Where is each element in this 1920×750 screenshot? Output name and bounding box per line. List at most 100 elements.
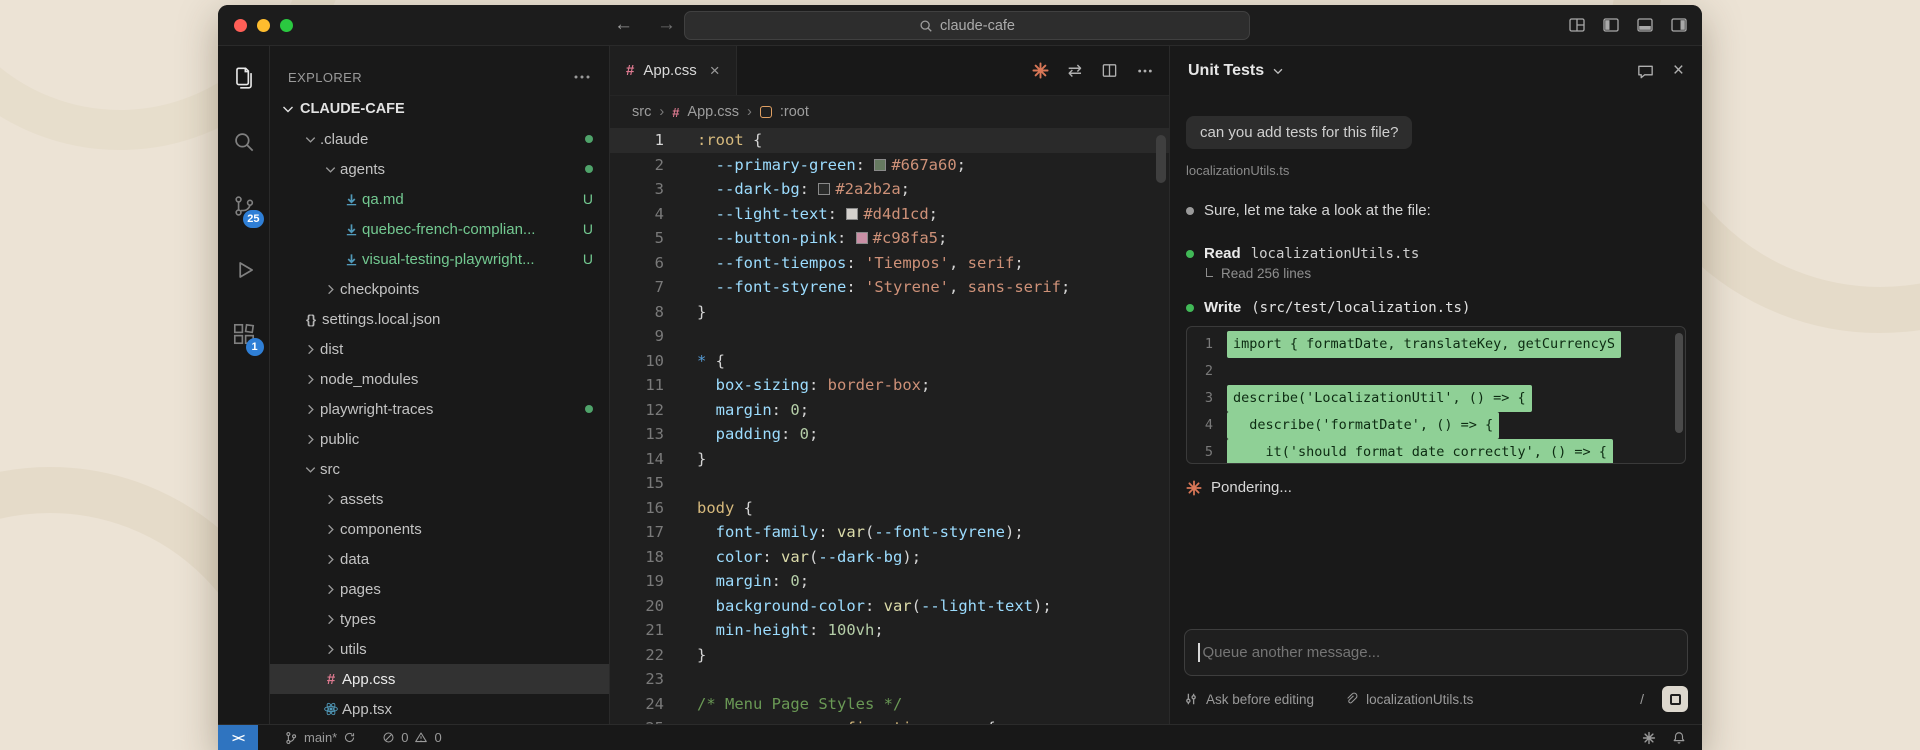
code-line-1[interactable]: 1:root {	[610, 128, 1169, 153]
workspace-root-row[interactable]: CLAUDE-CAFE	[270, 94, 609, 124]
explorer-item-claude[interactable]: .claude	[270, 124, 609, 154]
branch-name: main*	[304, 730, 338, 745]
line-number: 13	[645, 425, 664, 443]
customize-layout-icon[interactable]	[1568, 16, 1586, 34]
close-window-button[interactable]	[234, 19, 247, 32]
feedback-icon[interactable]	[1636, 62, 1655, 81]
explorer-item-assets[interactable]: assets	[270, 484, 609, 514]
read-tool-call[interactable]: Read localizationUtils.ts	[1186, 245, 1686, 262]
code-line-12[interactable]: 12 margin: 0;	[610, 398, 1169, 423]
code-line-11[interactable]: 11 box-sizing: border-box;	[610, 373, 1169, 398]
explorer-item-pages[interactable]: pages	[270, 574, 609, 604]
toggle-secondary-sidebar-icon[interactable]	[1670, 16, 1688, 34]
forward-icon[interactable]: →	[657, 14, 676, 36]
chevron-down-icon	[280, 101, 296, 117]
problems-status[interactable]: 0 0	[382, 730, 442, 745]
code-line-16[interactable]: 16 body {	[610, 496, 1169, 521]
code-line-10[interactable]: 10 * {	[610, 349, 1169, 374]
back-icon[interactable]: ←	[614, 14, 633, 36]
explorer-item-components[interactable]: components	[270, 514, 609, 544]
explorer-item-visual-testing-playwright[interactable]: visual-testing-playwright... U	[270, 244, 609, 274]
tab-close-icon[interactable]: ×	[710, 61, 720, 81]
diff-code-block[interactable]: 1 import { formatDate, translateKey, getC…	[1186, 326, 1686, 464]
code-line-6[interactable]: 6 --font-tiempos: 'Tiempos', serif;	[610, 251, 1169, 276]
paperclip-icon[interactable]	[1344, 692, 1358, 706]
code-line-19[interactable]: 19 margin: 0;	[610, 569, 1169, 594]
explorer-item-checkpoints[interactable]: checkpoints	[270, 274, 609, 304]
more-actions-icon[interactable]	[1137, 68, 1153, 74]
close-panel-icon[interactable]: ×	[1673, 60, 1684, 82]
explorer-item-node-modules[interactable]: node_modules	[270, 364, 609, 394]
code-line-24[interactable]: 24 /* Menu Page Styles */	[610, 692, 1169, 717]
line-number: 23	[645, 670, 664, 688]
code-line-4[interactable]: 4 --light-text: #d4d1cd;	[610, 202, 1169, 227]
explorer-item-app-css[interactable]: # App.css	[270, 664, 609, 694]
breadcrumb-src[interactable]: src	[632, 104, 651, 120]
code-block-scrollbar[interactable]	[1675, 333, 1683, 433]
run-debug-activity-button[interactable]	[218, 246, 270, 294]
code-line-3[interactable]: 3 --dark-bg: #2a2b2a;	[610, 177, 1169, 202]
code-line-25[interactable]: 25.menu-page, .confirmation-page {	[610, 716, 1169, 724]
line-content: --button-pink: #c98fa5;	[715, 229, 948, 247]
code-line-20[interactable]: 20 background-color: var(--light-text);	[610, 594, 1169, 619]
explorer-item-playwright-traces[interactable]: playwright-traces	[270, 394, 609, 424]
code-line-9[interactable]: 9	[610, 324, 1169, 349]
claude-spark-icon[interactable]	[1032, 62, 1049, 79]
code-line-8[interactable]: 8}	[610, 300, 1169, 325]
command-center-search[interactable]: claude-cafe	[684, 11, 1250, 40]
permission-mode-label[interactable]: Ask before editing	[1206, 692, 1314, 707]
write-tool-call[interactable]: Write (src/test/localization.ts)	[1186, 299, 1686, 316]
stop-button[interactable]	[1662, 686, 1688, 712]
item-label: App.css	[342, 670, 396, 688]
tab-app-css[interactable]: # App.css ×	[610, 46, 737, 95]
attached-file-label[interactable]: localizationUtils.ts	[1366, 692, 1473, 707]
chat-title-dropdown[interactable]: Unit Tests	[1188, 62, 1285, 80]
line-content: body {	[697, 498, 753, 517]
explorer-item-qa-md[interactable]: qa.md U	[270, 184, 609, 214]
remote-indicator[interactable]: ><	[218, 725, 258, 750]
extensions-activity-button[interactable]: 1	[218, 310, 270, 358]
permission-mode-icon[interactable]	[1184, 692, 1198, 706]
claude-status-icon[interactable]	[1642, 731, 1656, 745]
explorer-item-settings-local-json[interactable]: {} settings.local.json	[270, 304, 609, 334]
explorer-activity-button[interactable]	[218, 54, 270, 102]
search-activity-button[interactable]	[218, 118, 270, 166]
slash-command-hint[interactable]: /	[1640, 691, 1644, 707]
code-line-23[interactable]: 23	[610, 667, 1169, 692]
compare-changes-icon[interactable]: ⇄	[1068, 61, 1082, 81]
toggle-primary-sidebar-icon[interactable]	[1602, 16, 1620, 34]
code-line-5[interactable]: 5 --button-pink: #c98fa5;	[610, 226, 1169, 251]
code-line-13[interactable]: 13 padding: 0;	[610, 422, 1169, 447]
editor-scrollbar[interactable]	[1156, 135, 1166, 183]
explorer-item-src[interactable]: src	[270, 454, 609, 484]
code-line-22[interactable]: 22}	[610, 643, 1169, 668]
code-line-14[interactable]: 14}	[610, 447, 1169, 472]
breadcrumb-symbol[interactable]: :root	[780, 104, 809, 120]
explorer-item-public[interactable]: public	[270, 424, 609, 454]
explorer-item-data[interactable]: data	[270, 544, 609, 574]
code-line-2[interactable]: 2 --primary-green: #667a60;	[610, 153, 1169, 178]
code-line-18[interactable]: 18 color: var(--dark-bg);	[610, 545, 1169, 570]
git-branch-status[interactable]: main*	[284, 730, 356, 745]
source-control-activity-button[interactable]: 25	[218, 182, 270, 230]
explorer-more-icon[interactable]	[573, 74, 591, 80]
message-input[interactable]: Queue another message...	[1184, 629, 1688, 676]
explorer-item-agents[interactable]: agents	[270, 154, 609, 184]
notifications-bell-icon[interactable]	[1672, 731, 1686, 745]
explorer-item-quebec-french-complian[interactable]: quebec-french-complian... U	[270, 214, 609, 244]
split-editor-icon[interactable]	[1101, 62, 1118, 79]
explorer-item-utils[interactable]: utils	[270, 634, 609, 664]
md-file-icon	[340, 192, 362, 207]
minimize-window-button[interactable]	[257, 19, 270, 32]
code-line-17[interactable]: 17 font-family: var(--font-styrene);	[610, 520, 1169, 545]
breadcrumb-file[interactable]: App.css	[687, 104, 739, 120]
code-line-15[interactable]: 15	[610, 471, 1169, 496]
code-line-7[interactable]: 7 --font-styrene: 'Styrene', sans-serif;	[610, 275, 1169, 300]
zoom-window-button[interactable]	[280, 19, 293, 32]
toggle-panel-icon[interactable]	[1636, 16, 1654, 34]
explorer-item-types[interactable]: types	[270, 604, 609, 634]
code-editor[interactable]: 1:root {2 --primary-green: #667a60; 3 --d…	[610, 128, 1169, 724]
code-line-21[interactable]: 21 min-height: 100vh;	[610, 618, 1169, 643]
explorer-item-app-tsx[interactable]: App.tsx	[270, 694, 609, 724]
explorer-item-dist[interactable]: dist	[270, 334, 609, 364]
